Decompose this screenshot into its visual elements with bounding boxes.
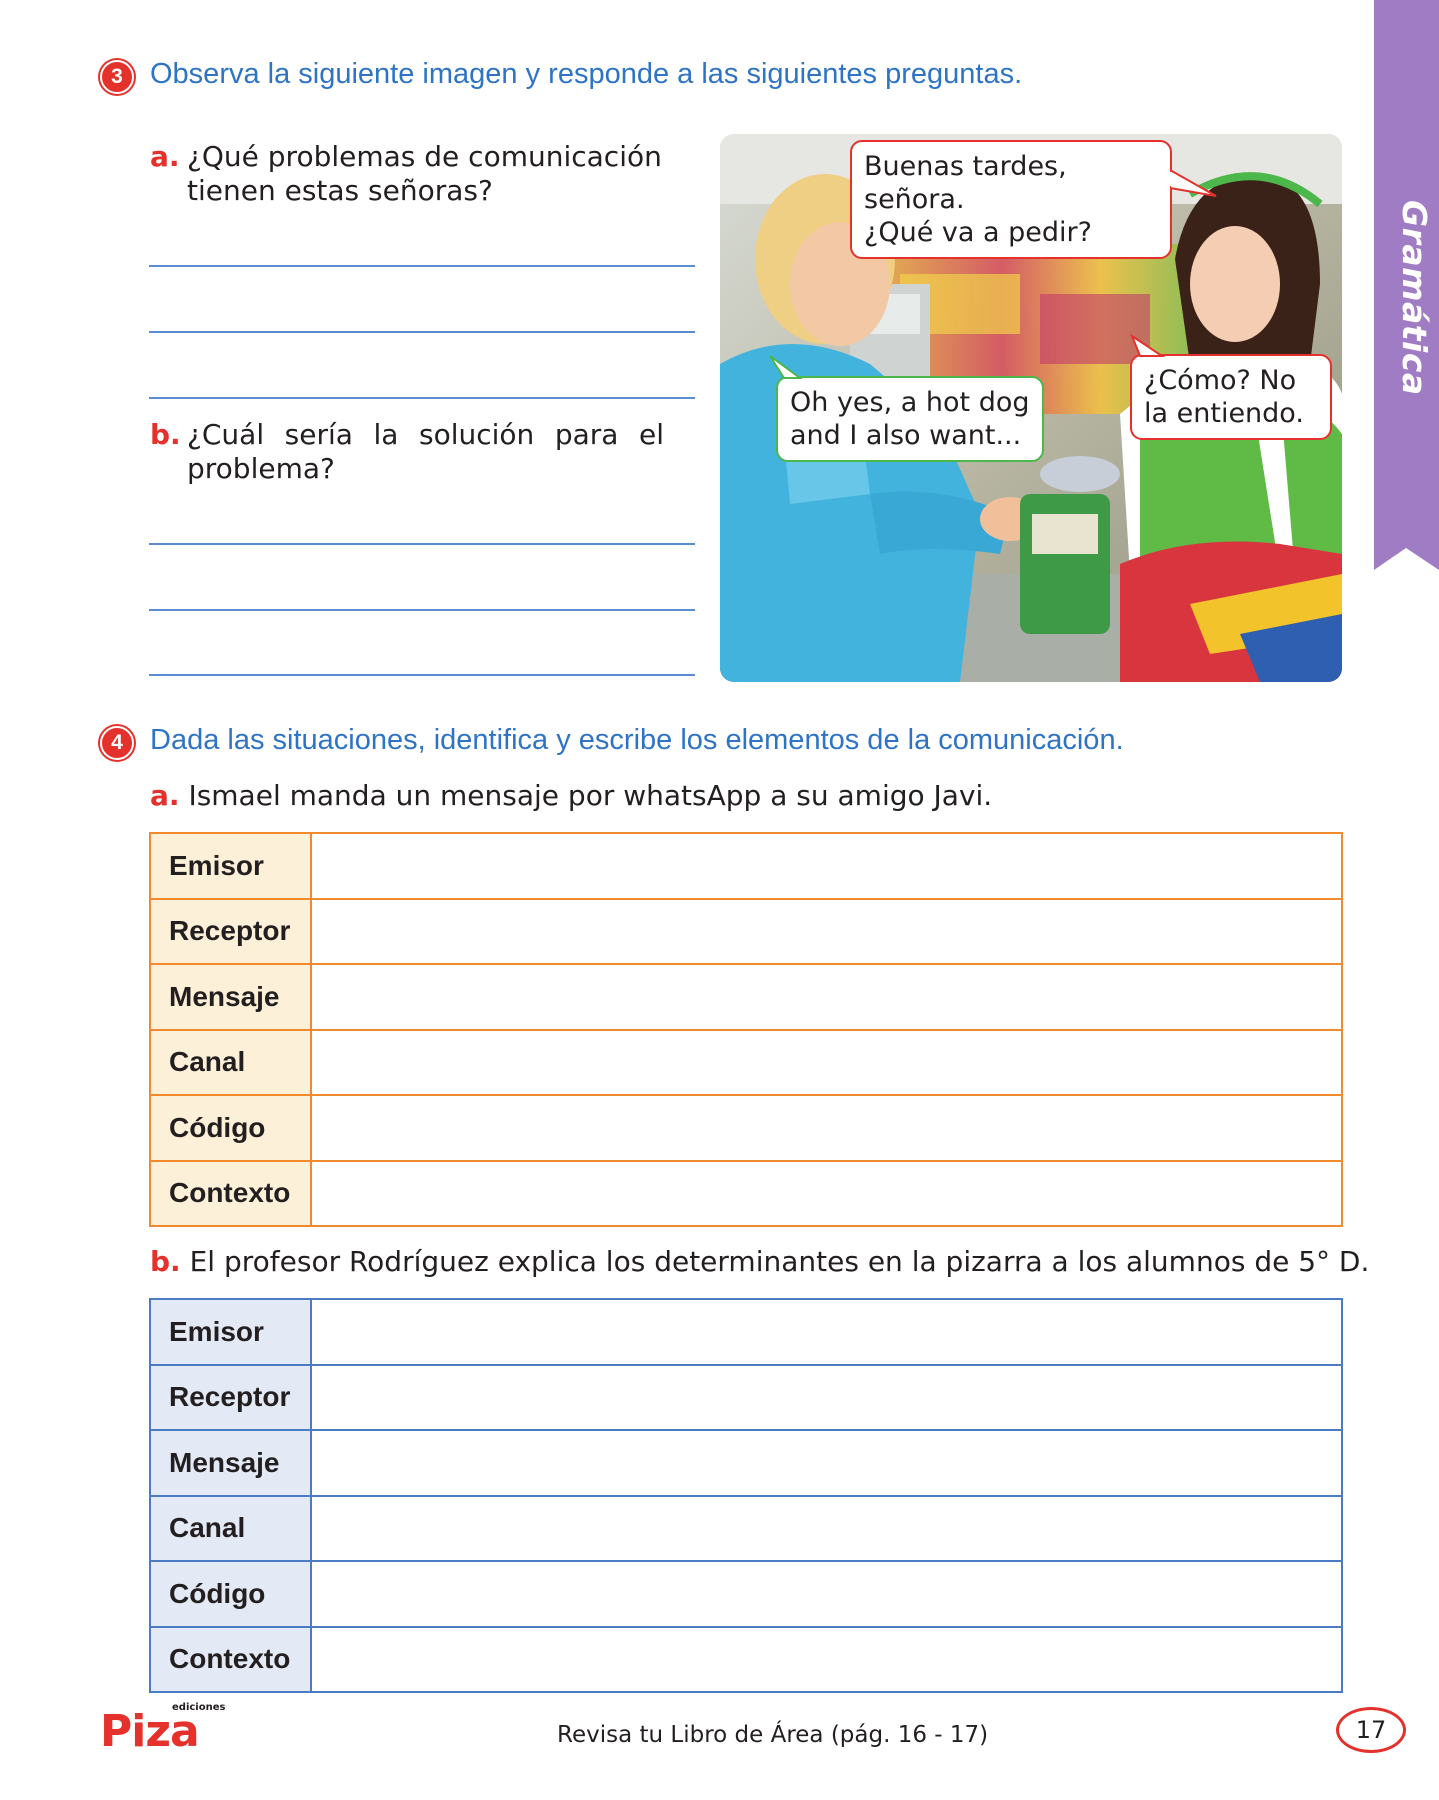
table-a-answer-cell[interactable] — [310, 832, 1343, 900]
question-b-line2: problema? — [187, 452, 335, 485]
speech-bubble-customer-tail — [769, 355, 804, 379]
table-b-row-label: Receptor — [149, 1363, 312, 1431]
exercise-3-heading: Observa la siguiente imagen y responde a… — [150, 58, 1023, 90]
supermarket-photo: Buenas tardes, señora. ¿Qué va a pedir? … — [720, 134, 1342, 682]
answer-line-b3[interactable] — [149, 674, 695, 676]
table-a-answer-cell[interactable] — [310, 1028, 1343, 1096]
speech-bubble-greeting-tail — [1170, 168, 1217, 197]
page-number: 17 — [1336, 1707, 1406, 1753]
exercise-4-heading: Dada las situaciones, identifica y escri… — [150, 724, 1124, 756]
answer-line-a2[interactable] — [149, 331, 695, 333]
situation-a-text: Ismael manda un mensaje por whatsApp a s… — [188, 779, 993, 812]
table-a-row-label: Canal — [149, 1028, 312, 1096]
question-b: b. ¿Cuál sería la solución para el probl… — [150, 418, 664, 486]
situation-b-text: El profesor Rodríguez explica los determ… — [189, 1245, 1370, 1278]
situation-a-letter: a. — [150, 779, 180, 812]
table-b-answer-cell[interactable] — [310, 1298, 1343, 1366]
question-a-letter: a. — [150, 140, 180, 173]
speech-bubble-greeting: Buenas tardes, señora. ¿Qué va a pedir? — [850, 140, 1172, 259]
situation-b-letter: b. — [150, 1245, 181, 1278]
logo-wordmark: Piza — [100, 1706, 200, 1757]
table-b-row-label: Código — [149, 1560, 312, 1628]
table-b-answer-cell[interactable] — [310, 1625, 1343, 1693]
speech-bubble-confused-line1: ¿Cómo? No — [1144, 365, 1297, 396]
table-a-row: Código — [149, 1094, 1343, 1162]
table-a-answer-cell[interactable] — [310, 1159, 1343, 1227]
speech-bubble-customer-line1: Oh yes, a hot dog — [790, 387, 1030, 418]
question-a: a. ¿Qué problemas de comunicación tienen… — [150, 140, 664, 208]
table-a-row: Emisor — [149, 832, 1343, 900]
table-a-row-label: Mensaje — [149, 963, 312, 1031]
table-b-answer-cell[interactable] — [310, 1429, 1343, 1497]
speech-bubble-confused-tail — [1130, 334, 1166, 357]
situation-a: a. Ismael manda un mensaje por whatsApp … — [150, 779, 992, 812]
table-b-row-label: Mensaje — [149, 1429, 312, 1497]
table-a-answer-cell[interactable] — [310, 897, 1343, 965]
footer-reference: Revisa tu Libro de Área (pág. 16 - 17) — [557, 1722, 989, 1748]
table-b-row: Código — [149, 1560, 1343, 1628]
table-situation-a: Emisor Receptor Mensaje Canal Código Contexto — [149, 832, 1343, 1227]
table-a-row-label: Contexto — [149, 1159, 312, 1227]
table-a-row: Mensaje — [149, 963, 1343, 1031]
table-b-answer-cell[interactable] — [310, 1363, 1343, 1431]
speech-bubble-confused: ¿Cómo? No la entiendo. — [1130, 354, 1332, 440]
table-b-row-label: Emisor — [149, 1298, 312, 1366]
table-a-row-label: Emisor — [149, 832, 312, 900]
answer-line-b1[interactable] — [149, 543, 695, 545]
speech-bubble-confused-line2: la entiendo. — [1144, 398, 1304, 429]
table-a-row-label: Receptor — [149, 897, 312, 965]
table-b-row: Canal — [149, 1494, 1343, 1562]
table-b-row: Contexto — [149, 1625, 1343, 1693]
answer-line-a3[interactable] — [149, 397, 695, 399]
section-tab-label: Gramática — [1395, 200, 1434, 396]
table-b-row-label: Contexto — [149, 1625, 312, 1693]
question-a-line2: tienen estas señoras? — [187, 174, 493, 207]
table-a-row-label: Código — [149, 1094, 312, 1162]
table-b-answer-cell[interactable] — [310, 1560, 1343, 1628]
table-a-row: Canal — [149, 1028, 1343, 1096]
speech-bubble-greeting-line1: Buenas tardes, señora. — [864, 151, 1067, 215]
situation-b: b. El profesor Rodríguez explica los det… — [150, 1245, 1369, 1278]
table-a-answer-cell[interactable] — [310, 1094, 1343, 1162]
table-a-row: Contexto — [149, 1159, 1343, 1227]
table-b-row: Emisor — [149, 1298, 1343, 1366]
table-a-answer-cell[interactable] — [310, 963, 1343, 1031]
question-b-line1: ¿Cuál sería la solución para el — [187, 418, 664, 451]
speech-bubble-greeting-line2: ¿Qué va a pedir? — [864, 217, 1092, 248]
answer-line-b2[interactable] — [149, 609, 695, 611]
question-b-letter: b. — [150, 418, 181, 451]
answer-line-a1[interactable] — [149, 265, 695, 267]
table-b-row: Receptor — [149, 1363, 1343, 1431]
speech-bubble-customer-line2: and I also want... — [790, 420, 1022, 451]
exercise-3-number: 3 — [100, 60, 134, 94]
table-b-row-label: Canal — [149, 1494, 312, 1562]
speech-bubble-customer: Oh yes, a hot dog and I also want... — [776, 376, 1044, 462]
exercise-4-number: 4 — [100, 726, 134, 760]
table-situation-b: Emisor Receptor Mensaje Canal Código Contexto — [149, 1298, 1343, 1693]
question-a-line1: ¿Qué problemas de comunicación — [187, 140, 662, 173]
table-a-row: Receptor — [149, 897, 1343, 965]
table-b-answer-cell[interactable] — [310, 1494, 1343, 1562]
table-b-row: Mensaje — [149, 1429, 1343, 1497]
